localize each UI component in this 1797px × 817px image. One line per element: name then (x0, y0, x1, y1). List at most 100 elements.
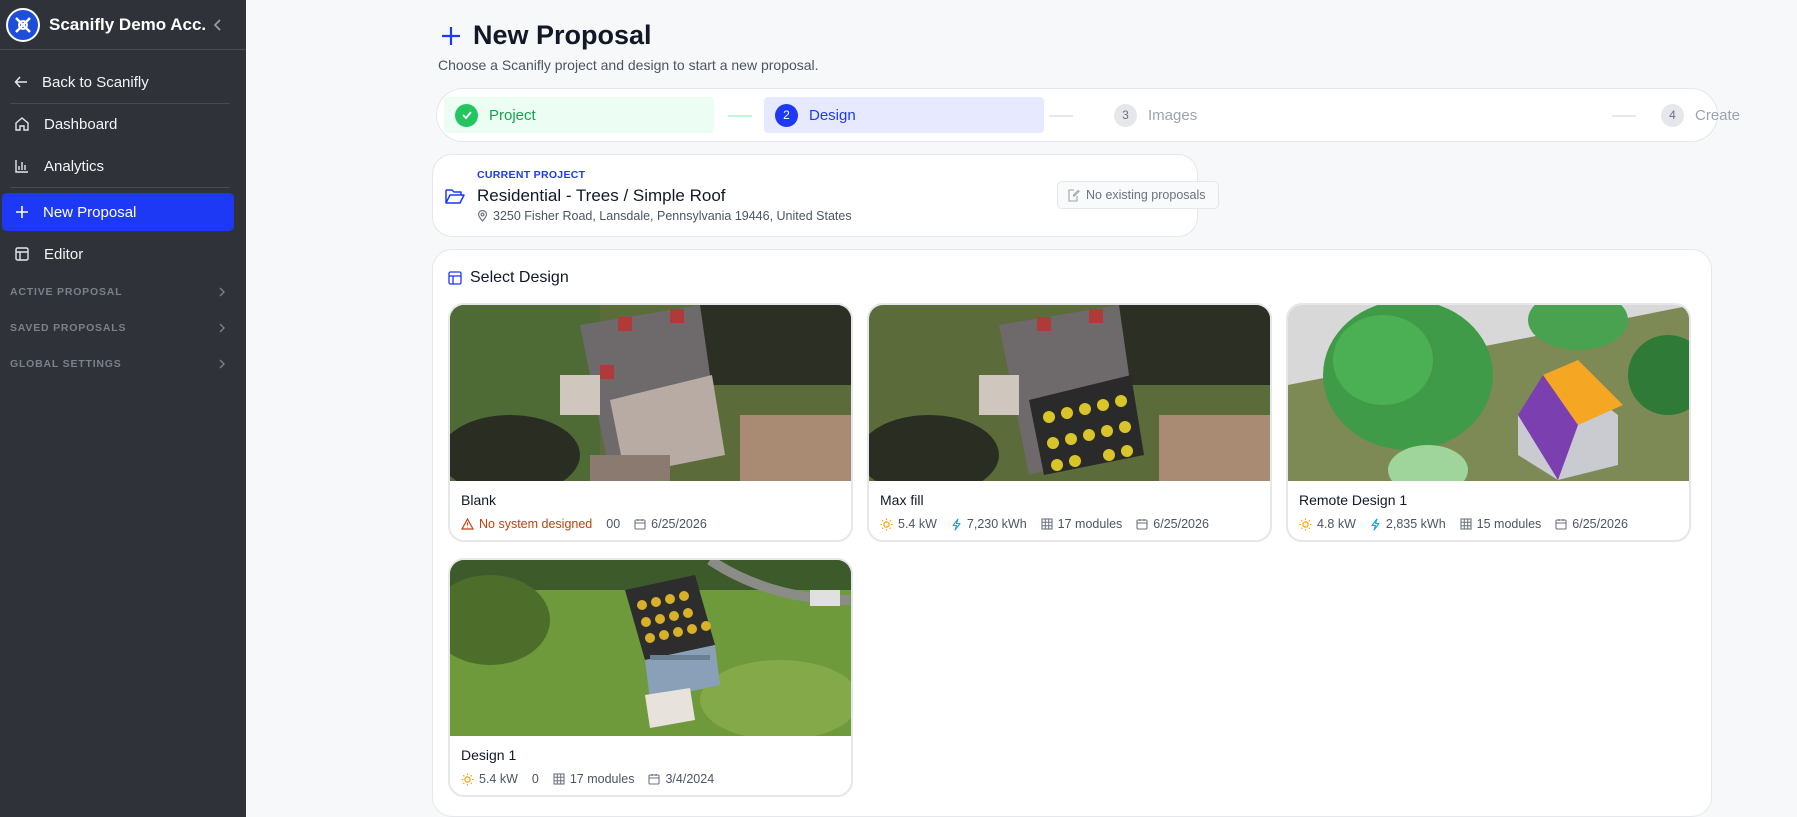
sidebar: Scanifly Demo Acc... Back to Scanifly Da… (0, 0, 246, 817)
sidebar-section-active-proposal[interactable]: ACTIVE PROPOSAL (10, 286, 226, 298)
check-icon (455, 103, 478, 127)
chevron-right-icon (219, 323, 225, 333)
step-create[interactable]: 4 Create (1650, 97, 1740, 133)
design-meta: 5.4 kW 0 17 modules 3/4/2024 (461, 772, 728, 786)
chevron-right-icon (219, 359, 225, 369)
design-card-max-fill[interactable]: Max fill 5.4 kW 7,230 kWh 17 modules 6/2… (867, 303, 1272, 542)
design-card-design-1[interactable]: Design 1 5.4 kW 0 17 modules 3/4/2024 (448, 558, 853, 797)
sidebar-divider (10, 103, 230, 104)
design-energy: 2,835 kWh (1370, 517, 1446, 531)
lightning-icon (1371, 517, 1380, 531)
sidebar-header: Scanifly Demo Acc... (0, 0, 246, 50)
step-connector (728, 115, 752, 117)
select-design-title-text: Select Design (470, 269, 569, 286)
sidebar-item-label: Editor (44, 245, 84, 263)
design-power: 4.8 kW (1299, 517, 1356, 531)
layout-icon (15, 247, 29, 261)
file-edit-icon (1068, 188, 1080, 202)
design-thumbnail (450, 560, 851, 736)
plus-icon (16, 206, 28, 218)
bar-chart-icon (15, 160, 28, 173)
map-pin-icon (477, 210, 488, 222)
sidebar-item-label: Analytics (44, 157, 105, 175)
step-label: Project (489, 106, 536, 124)
step-connector (1612, 115, 1636, 117)
collapse-sidebar-icon[interactable] (213, 18, 223, 31)
step-project[interactable]: Project (444, 97, 714, 133)
current-project-label: CURRENT PROJECT (477, 169, 586, 181)
step-images[interactable]: 3 Images (1103, 97, 1197, 133)
folder-open-icon (445, 189, 465, 204)
design-card-blank[interactable]: Blank No system designed 00 6/25/2026 (448, 303, 853, 542)
design-power: 5.4 kW (880, 517, 937, 531)
design-thumbnail (1288, 305, 1689, 481)
sun-icon (461, 773, 474, 785)
calendar-icon (634, 519, 646, 530)
step-number: 4 (1661, 103, 1684, 127)
step-label: Images (1148, 106, 1198, 124)
page-title-text: New Proposal (473, 20, 652, 50)
layout-icon (448, 271, 462, 285)
page-title: New Proposal (440, 20, 652, 51)
sidebar-item-label: Back to Scanifly (42, 73, 149, 91)
design-power: 5.4 kW (461, 772, 518, 786)
lightning-icon (952, 517, 961, 531)
sidebar-item-editor[interactable]: Editor (0, 235, 230, 273)
section-label: ACTIVE PROPOSAL (10, 286, 123, 298)
design-modules: 15 modules (1460, 517, 1541, 531)
design-meta: 4.8 kW 2,835 kWh 15 modules 6/25/2026 (1299, 517, 1642, 531)
sidebar-item-analytics[interactable]: Analytics (0, 147, 230, 185)
design-thumbnail (869, 305, 1270, 481)
design-name: Max fill (880, 492, 924, 508)
proposals-status-text: No existing proposals (1086, 188, 1206, 202)
calendar-icon (648, 774, 661, 785)
step-number: 2 (775, 103, 798, 127)
section-label: SAVED PROPOSALS (10, 322, 127, 334)
design-extra: 00 (606, 517, 621, 531)
design-modules: 17 modules (553, 772, 634, 786)
sidebar-item-back-to-scanifly[interactable]: Back to Scanifly (0, 63, 230, 101)
warning-triangle-icon (461, 518, 474, 530)
design-date: 3/4/2024 (648, 772, 714, 786)
design-modules: 17 modules (1041, 517, 1122, 531)
project-name: Residential - Trees / Simple Roof (477, 186, 726, 205)
sidebar-item-label: New Proposal (43, 203, 137, 221)
step-label: Create (1695, 106, 1741, 124)
warning-badge: No system designed (461, 517, 592, 531)
grid-icon (1041, 518, 1053, 530)
grid-icon (1460, 518, 1472, 530)
scanifly-logo-icon[interactable] (6, 7, 40, 42)
sidebar-item-dashboard[interactable]: Dashboard (0, 105, 230, 143)
design-card-remote-design-1[interactable]: Remote Design 1 4.8 kW 2,835 kWh 15 modu… (1286, 303, 1691, 542)
sidebar-divider (10, 187, 230, 188)
design-name: Remote Design 1 (1299, 492, 1408, 508)
design-date: 6/25/2026 (1555, 517, 1628, 531)
project-address-text: 3250 Fisher Road, Lansdale, Pennsylvania… (493, 209, 852, 223)
select-design-title: Select Design (448, 269, 569, 287)
design-name: Design 1 (461, 747, 517, 763)
sidebar-item-new-proposal[interactable]: New Proposal (2, 193, 234, 231)
section-label: GLOBAL SETTINGS (10, 358, 122, 370)
plus-icon (442, 26, 460, 45)
design-extra: 0 (531, 772, 539, 786)
grid-icon (553, 773, 565, 785)
calendar-icon (1136, 519, 1148, 530)
step-design[interactable]: 2 Design (764, 97, 1044, 133)
proposals-status-badge: No existing proposals (1057, 181, 1219, 209)
sidebar-section-saved-proposals[interactable]: SAVED PROPOSALS (10, 322, 226, 334)
project-address: 3250 Fisher Road, Lansdale, Pennsylvania… (477, 209, 852, 223)
design-meta: No system designed 00 6/25/2026 (461, 517, 721, 531)
sidebar-section-global-settings[interactable]: GLOBAL SETTINGS (10, 358, 226, 370)
step-connector (1049, 115, 1073, 117)
sun-icon (880, 518, 893, 530)
sun-icon (1299, 518, 1312, 530)
chevron-right-icon (219, 287, 225, 297)
design-date: 6/25/2026 (1136, 517, 1209, 531)
page-subtitle: Choose a Scanifly project and design to … (438, 57, 819, 73)
proposal-stepper: Project 2 Design 3 Images 4 Create (436, 88, 1740, 142)
step-number: 3 (1114, 103, 1137, 127)
step-label: Design (809, 106, 856, 124)
calendar-icon (1555, 519, 1567, 530)
org-name[interactable]: Scanifly Demo Acc... (49, 15, 205, 35)
home-icon (15, 117, 29, 131)
